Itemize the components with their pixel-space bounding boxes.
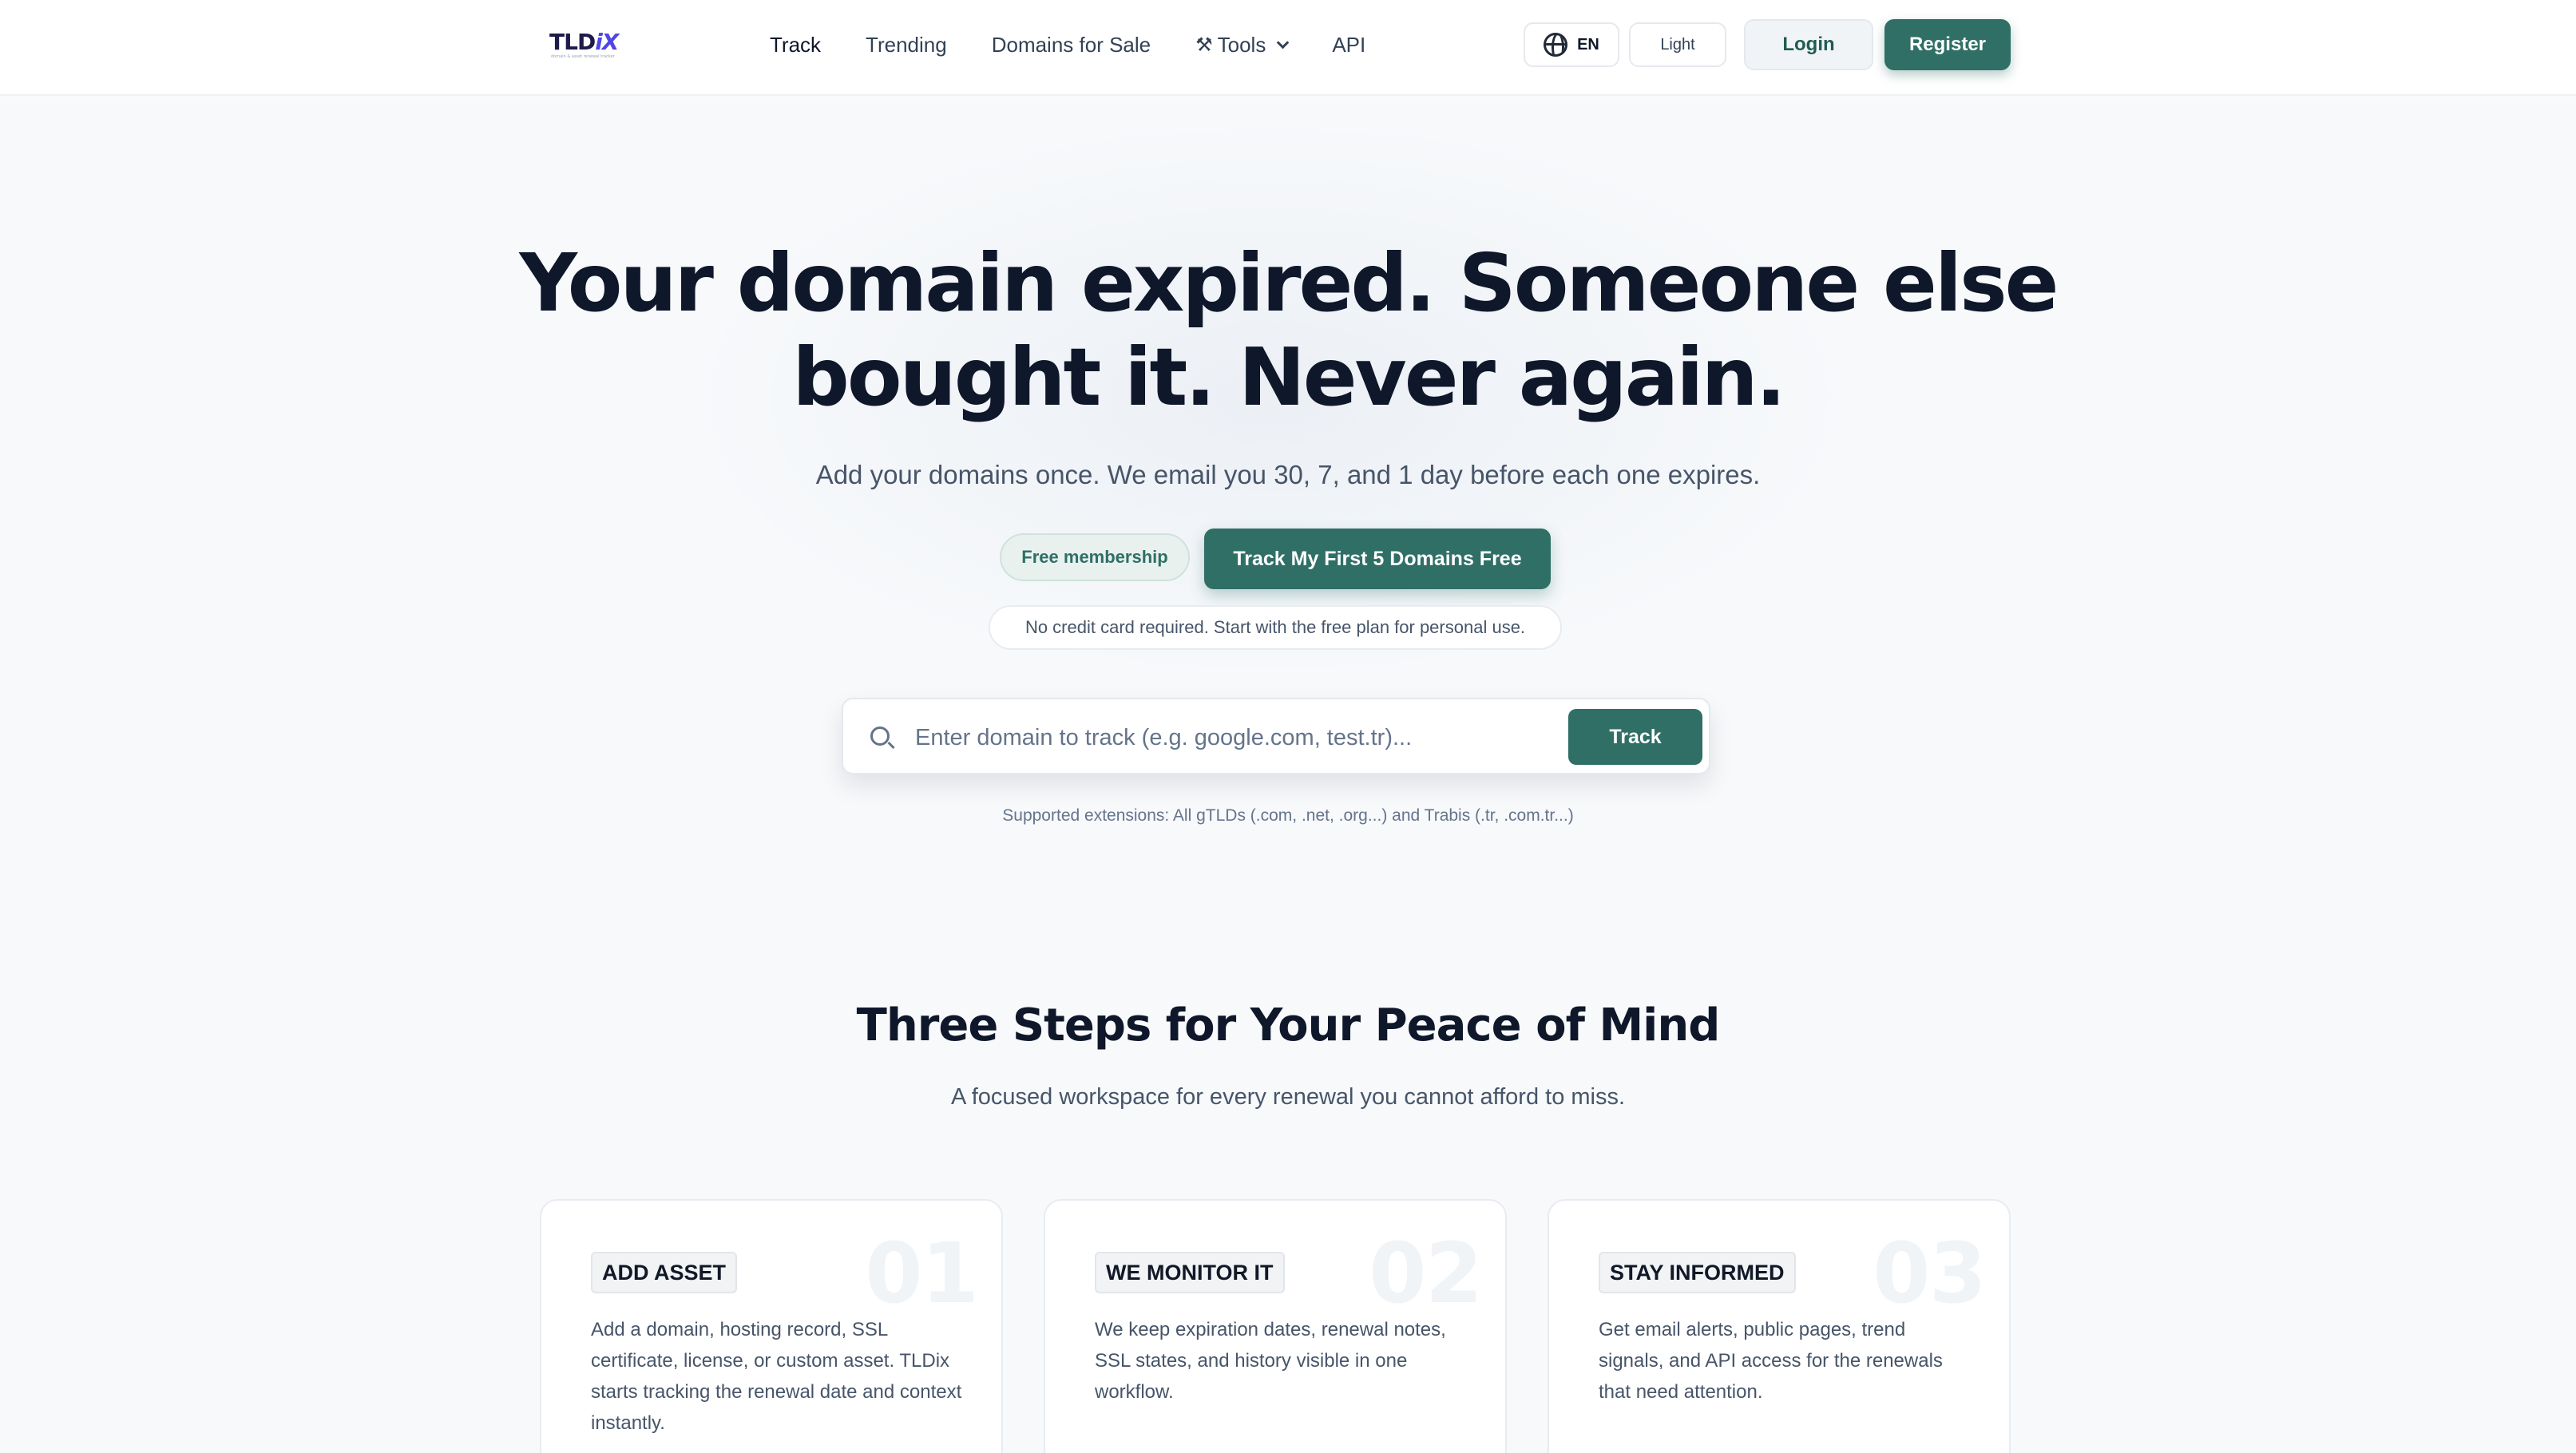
track-button-label: Track [1609,725,1662,748]
chevron-down-icon [1277,36,1290,49]
step-badge: WE MONITOR IT [1095,1252,1285,1293]
step-badge: STAY INFORMED [1599,1252,1796,1293]
step-description: Add a domain, hosting record, SSL certif… [591,1319,962,1434]
cta-label: Track My First 5 Domains Free [1233,547,1522,570]
nav-domains-for-sale[interactable]: Domains for Sale [992,33,1151,57]
nav-track[interactable]: Track [770,33,821,57]
language-switcher[interactable]: EN [1524,22,1619,67]
logo-tagline: domain & asset renewal tracker [551,54,615,59]
hero-title-line1: Your domain expired. Someone else [519,236,2059,330]
free-membership-badge: Free membership [1000,533,1190,581]
login-label: Login [1782,34,1835,55]
step-card-add-asset: 01 ADD ASSET Add a domain, hosting recor… [540,1199,1003,1453]
top-header: TLDiX domain & asset renewal tracker Tra… [0,0,2576,96]
nav-trending[interactable]: Trending [866,33,947,57]
login-button[interactable]: Login [1744,19,1873,70]
note-text: No credit card required. Start with the … [1024,617,1526,637]
nav-tools-label: Tools [1217,32,1266,57]
steps-section-title: Three Steps for Your Peace of Mind [856,1000,1721,1051]
nav-api-label: API [1332,32,1366,57]
step-badge: ADD ASSET [591,1252,738,1293]
track-first-domains-button[interactable]: Track My First 5 Domains Free [1204,529,1551,589]
logo-main-text: TLD [549,29,596,55]
tldix-logo[interactable]: TLDiX domain & asset renewal tracker [549,29,619,61]
domain-search-input[interactable] [915,715,1554,760]
free-membership-label: Free membership [1021,547,1168,567]
domain-search-bar: Track [842,698,1710,774]
nav-api[interactable]: API [1332,33,1365,57]
language-label: EN [1577,35,1599,53]
step-number: 02 [1369,1225,1483,1322]
steps-section-subtitle: A focused workspace for every renewal yo… [950,1084,1626,1110]
nav-tools-dropdown[interactable]: ⚒ Tools [1195,32,1290,57]
main-nav: Track Trending Domains for Sale ⚒ Tools … [770,29,1410,61]
step-number: 01 [865,1225,979,1322]
step-card-we-monitor-it: 02 WE MONITOR IT We keep expiration date… [1044,1199,1507,1453]
nav-domains-for-sale-label: Domains for Sale [991,32,1151,57]
hero-title-line2: bought it. Never again. [792,331,1785,424]
theme-toggle[interactable]: Light [1629,22,1726,67]
hero-subtitle: Add your domains once. We email you 30, … [815,460,1761,489]
step-description: Get email alerts, public pages, trend si… [1599,1319,1943,1403]
register-label: Register [1908,34,1987,55]
search-icon [870,726,890,746]
no-credit-card-note: No credit card required. Start with the … [989,605,1562,650]
tools-icon: ⚒ [1195,34,1213,56]
step-number: 03 [1873,1225,1987,1322]
nav-trending-label: Trending [866,32,947,57]
globe-icon [1544,33,1568,57]
step-description: We keep expiration dates, renewal notes,… [1095,1319,1446,1403]
supported-extensions-text: Supported extensions: All gTLDs (.com, .… [1002,806,1574,825]
register-button[interactable]: Register [1884,19,2011,70]
theme-label: Light [1660,35,1695,53]
track-button[interactable]: Track [1568,709,1702,765]
hero-title: Your domain expired. Someone else bought… [489,236,2087,425]
nav-track-label: Track [770,32,822,57]
logo-accent-text: iX [595,29,619,55]
step-card-stay-informed: 03 STAY INFORMED Get email alerts, publi… [1548,1199,2011,1453]
